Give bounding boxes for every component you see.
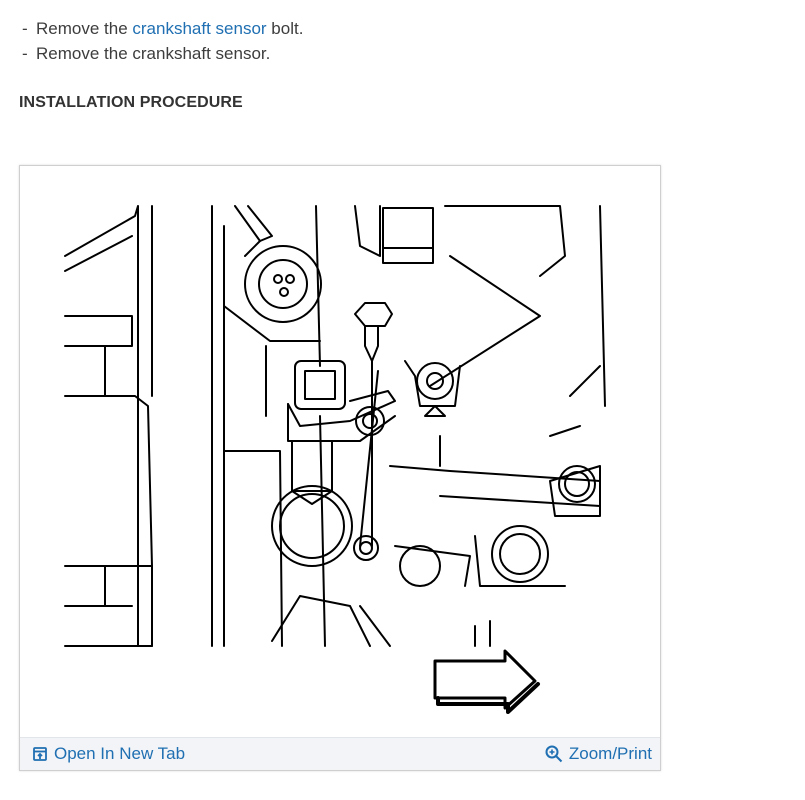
step-text: Remove the — [36, 19, 133, 38]
open-in-new-tab-button[interactable]: Open In New Tab — [32, 744, 185, 764]
figure-toolbar: Open In New Tab Zoom/Print — [20, 737, 660, 770]
list-dash: - — [22, 44, 28, 63]
crankshaft-sensor-link[interactable]: crankshaft sensor — [132, 19, 266, 38]
figure-container: Open In New Tab Zoom/Print — [19, 165, 661, 771]
step-text: Remove the crankshaft sensor. — [36, 44, 271, 63]
sensor-bolt — [354, 302, 393, 547]
crankshaft-sensor-diagram — [64, 205, 606, 714]
zoom-in-icon — [545, 745, 563, 763]
step-item: - Remove the crankshaft sensor. — [22, 41, 303, 66]
zoom-print-button[interactable]: Zoom/Print — [545, 744, 652, 764]
step-text-end: bolt. — [266, 19, 304, 38]
engine-block-left — [64, 205, 153, 647]
direction-arrow — [433, 649, 540, 714]
open-in-new-tab-icon — [33, 747, 47, 761]
harness-connector — [234, 205, 322, 323]
step-list: - Remove the crankshaft sensor bolt. - Rem… — [22, 16, 303, 66]
engine-block-right — [354, 205, 606, 647]
open-in-new-tab-label: Open In New Tab — [54, 744, 186, 763]
section-heading: INSTALLATION PROCEDURE — [19, 94, 243, 111]
list-dash: - — [22, 19, 28, 38]
zoom-print-label: Zoom/Print — [568, 744, 652, 763]
step-item: - Remove the crankshaft sensor bolt. — [22, 16, 303, 41]
